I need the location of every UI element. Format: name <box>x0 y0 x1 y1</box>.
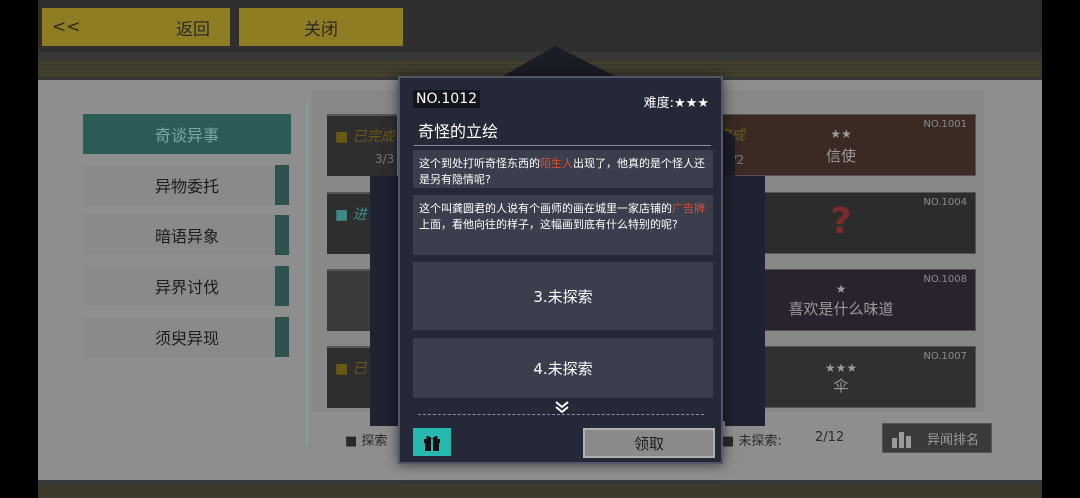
story-number: NO.1012 <box>413 90 481 108</box>
clue-1: 这个到处打听奇怪东西的陌生人出现了，他真的是个怪人还是另有隐情呢? <box>413 150 713 188</box>
top-bar: << 返回 关闭 <box>38 0 1042 52</box>
category-tab-flash[interactable]: 须臾异现 <box>83 317 291 357</box>
unexplored-count: 2/12 <box>815 430 845 445</box>
clue-keyword: 陌生人 <box>540 157 573 170</box>
story-title: 奇怪的立绘 <box>418 122 499 141</box>
game-screen: << 返回 关闭 奇谈异事 异物委托 暗语异象 异界讨伐 须臾异现 ■ 已完成 … <box>0 0 1080 498</box>
chevron-double-down-icon[interactable] <box>554 400 570 415</box>
unexplored-label: ■ 未探索: <box>722 434 782 449</box>
footer-divider <box>38 485 1042 498</box>
card-status: ■ 进 <box>335 207 367 223</box>
category-tab-battles[interactable]: 异界讨伐 <box>83 266 291 306</box>
tab-marker <box>275 317 289 357</box>
tab-marker <box>275 165 289 205</box>
category-label: 异物委托 <box>154 177 219 196</box>
bar-chart-icon <box>892 432 911 448</box>
back-button[interactable]: << 返回 <box>42 8 230 46</box>
clue-slot-3: 3.未探索 <box>413 262 713 330</box>
tab-marker <box>275 266 289 306</box>
category-label: 异界讨伐 <box>154 278 219 297</box>
category-label: 奇谈异事 <box>154 126 219 145</box>
story-detail-dialog: NO.1012 难度:★★★ 奇怪的立绘 这个到处打听奇怪东西的陌生人出现了，他… <box>398 76 723 464</box>
explore-label: ■ 探索 <box>345 434 388 449</box>
category-label: 暗语异象 <box>154 227 219 246</box>
tab-marker <box>275 215 289 255</box>
card-status: ■ 已 <box>335 361 367 377</box>
category-tab-stories[interactable]: 奇谈异事 <box>83 114 291 154</box>
right-edge <box>1042 0 1080 498</box>
ranking-label: 异闻排名 <box>927 432 980 448</box>
back-arrows: << <box>52 17 81 37</box>
clue-slot-4: 4.未探索 <box>413 338 713 398</box>
title-divider <box>414 145 711 146</box>
gift-icon <box>424 435 440 451</box>
clue-keyword: 广告牌 <box>672 202 705 215</box>
claim-button[interactable]: 领取 <box>583 428 715 458</box>
clue-2: 这个叫龚圆君的人说有个画师的画在城里一家店铺的广告牌上面，看他向往的样子，这幅画… <box>413 195 713 255</box>
category-separator <box>306 100 308 445</box>
category-label: 须臾异现 <box>154 329 219 348</box>
difficulty-label: 难度:★★★ <box>643 96 709 111</box>
category-tab-commissions[interactable]: 异物委托 <box>83 165 291 205</box>
close-button[interactable]: 关闭 <box>239 8 403 46</box>
left-edge <box>0 0 38 498</box>
reward-button[interactable] <box>413 428 451 456</box>
category-tab-signs[interactable]: 暗语异象 <box>83 215 291 255</box>
ranking-button[interactable]: 异闻排名 <box>882 423 992 453</box>
divider <box>418 414 704 415</box>
back-label: 返回 <box>176 19 210 40</box>
